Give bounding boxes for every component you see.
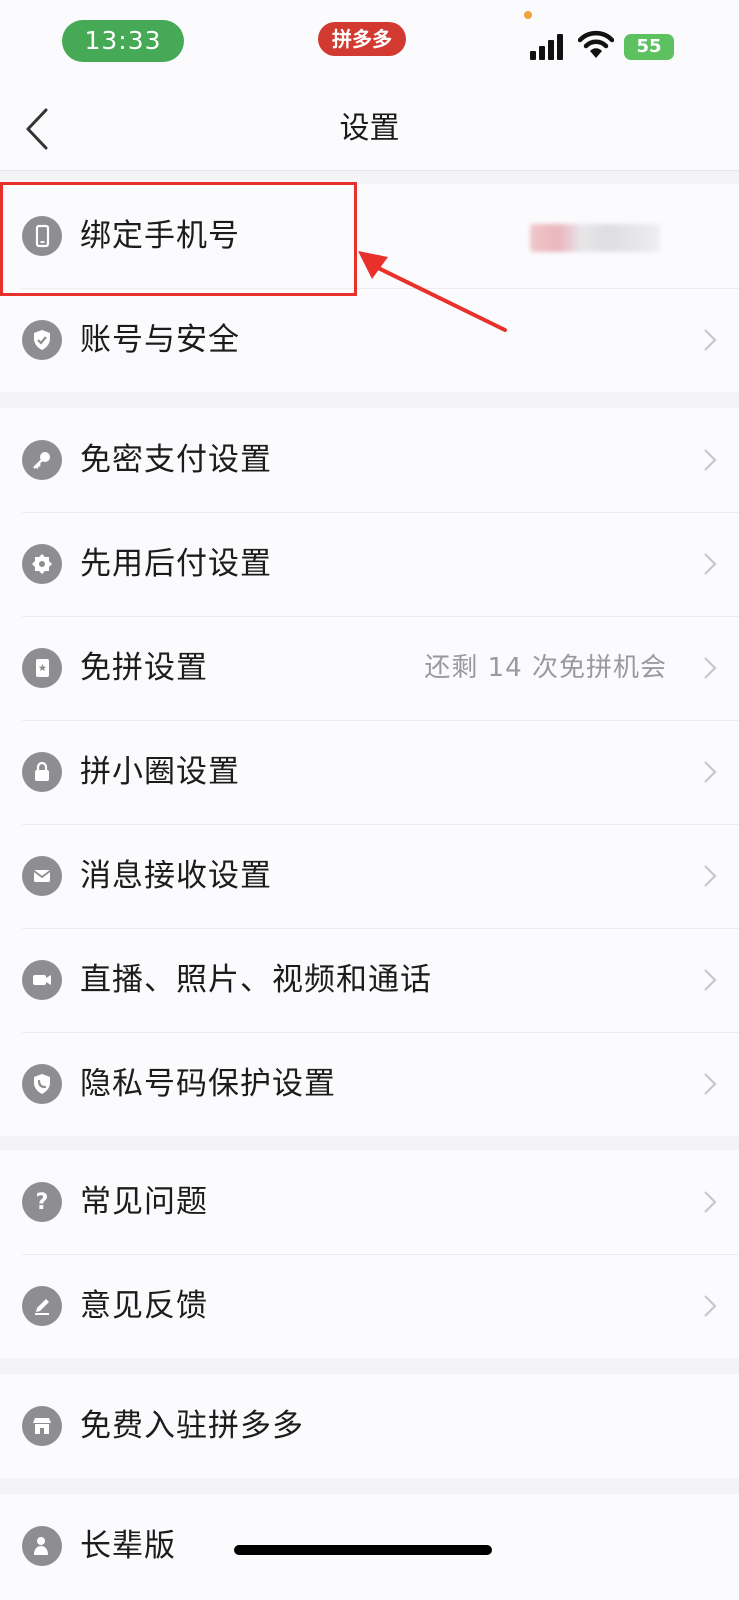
chevron-right-icon bbox=[704, 329, 717, 351]
status-bar: 13:33 拼多多 55 bbox=[0, 0, 739, 88]
video-camera-icon bbox=[22, 960, 62, 1000]
circle-settings-row[interactable]: 拼小圈设置 bbox=[0, 720, 739, 824]
faq-row[interactable]: ? 常见问题 bbox=[0, 1150, 739, 1254]
nav-bar: 设置 bbox=[0, 88, 739, 171]
merchant-join-label: 免费入驻拼多多 bbox=[80, 1408, 304, 1444]
card-star-icon bbox=[22, 648, 62, 688]
highlight-box bbox=[0, 182, 357, 296]
wifi-icon bbox=[577, 30, 615, 60]
cellular-signal-icon bbox=[530, 32, 568, 60]
question-icon: ? bbox=[22, 1182, 62, 1222]
chevron-right-icon bbox=[704, 969, 717, 991]
battery-indicator: 55 bbox=[624, 34, 674, 60]
chevron-right-icon bbox=[704, 553, 717, 575]
store-icon bbox=[22, 1406, 62, 1446]
account-security-label: 账号与安全 bbox=[80, 322, 240, 358]
badge-icon bbox=[22, 544, 62, 584]
pay-later-row[interactable]: 先用后付设置 bbox=[0, 512, 739, 616]
shield-check-icon bbox=[22, 320, 62, 360]
settings-group-help: ? 常见问题 意见反馈 bbox=[0, 1150, 739, 1358]
password-free-pay-label: 免密支付设置 bbox=[80, 442, 272, 478]
app-indicator: 拼多多 bbox=[318, 22, 406, 56]
settings-group-preferences: 免密支付设置 先用后付设置 免拼设置 还剩 14 次免拼机会 拼小圈设置 消息接… bbox=[0, 408, 739, 1136]
chevron-right-icon bbox=[704, 1073, 717, 1095]
chevron-right-icon bbox=[704, 761, 717, 783]
free-group-row[interactable]: 免拼设置 还剩 14 次免拼机会 bbox=[0, 616, 739, 720]
chevron-right-icon bbox=[704, 449, 717, 471]
chevron-right-icon bbox=[704, 657, 717, 679]
page-title: 设置 bbox=[339, 111, 400, 146]
free-group-remaining: 还剩 14 次免拼机会 bbox=[424, 653, 667, 683]
chevron-right-icon bbox=[704, 1191, 717, 1213]
feedback-label: 意见反馈 bbox=[80, 1288, 208, 1324]
key-icon bbox=[22, 440, 62, 480]
merchant-join-row[interactable]: 免费入驻拼多多 bbox=[0, 1374, 739, 1478]
password-free-pay-row[interactable]: 免密支付设置 bbox=[0, 408, 739, 512]
privacy-number-row[interactable]: 隐私号码保护设置 bbox=[0, 1032, 739, 1136]
chevron-right-icon bbox=[704, 865, 717, 887]
masked-phone-number bbox=[530, 224, 660, 252]
pencil-icon bbox=[22, 1286, 62, 1326]
elder-icon bbox=[22, 1526, 62, 1566]
message-settings-label: 消息接收设置 bbox=[80, 858, 272, 894]
settings-group-merchant: 免费入驻拼多多 bbox=[0, 1374, 739, 1478]
privacy-shield-phone-icon bbox=[22, 1064, 62, 1104]
status-time: 13:33 bbox=[62, 20, 184, 62]
free-group-label: 免拼设置 bbox=[80, 650, 208, 686]
pay-later-label: 先用后付设置 bbox=[80, 546, 272, 582]
circle-settings-label: 拼小圈设置 bbox=[80, 754, 240, 790]
red-arrow-annotation bbox=[358, 251, 507, 332]
envelope-icon bbox=[22, 856, 62, 896]
media-call-label: 直播、照片、视频和通话 bbox=[80, 962, 432, 998]
privacy-dot bbox=[524, 11, 532, 19]
privacy-number-label: 隐私号码保护设置 bbox=[80, 1066, 336, 1102]
elder-mode-label: 长辈版 bbox=[80, 1528, 176, 1564]
media-call-row[interactable]: 直播、照片、视频和通话 bbox=[0, 928, 739, 1032]
message-settings-row[interactable]: 消息接收设置 bbox=[0, 824, 739, 928]
chevron-right-icon bbox=[704, 1295, 717, 1317]
home-indicator bbox=[234, 1545, 492, 1555]
lock-icon bbox=[22, 752, 62, 792]
feedback-row[interactable]: 意见反馈 bbox=[0, 1254, 739, 1358]
faq-label: 常见问题 bbox=[80, 1184, 208, 1220]
